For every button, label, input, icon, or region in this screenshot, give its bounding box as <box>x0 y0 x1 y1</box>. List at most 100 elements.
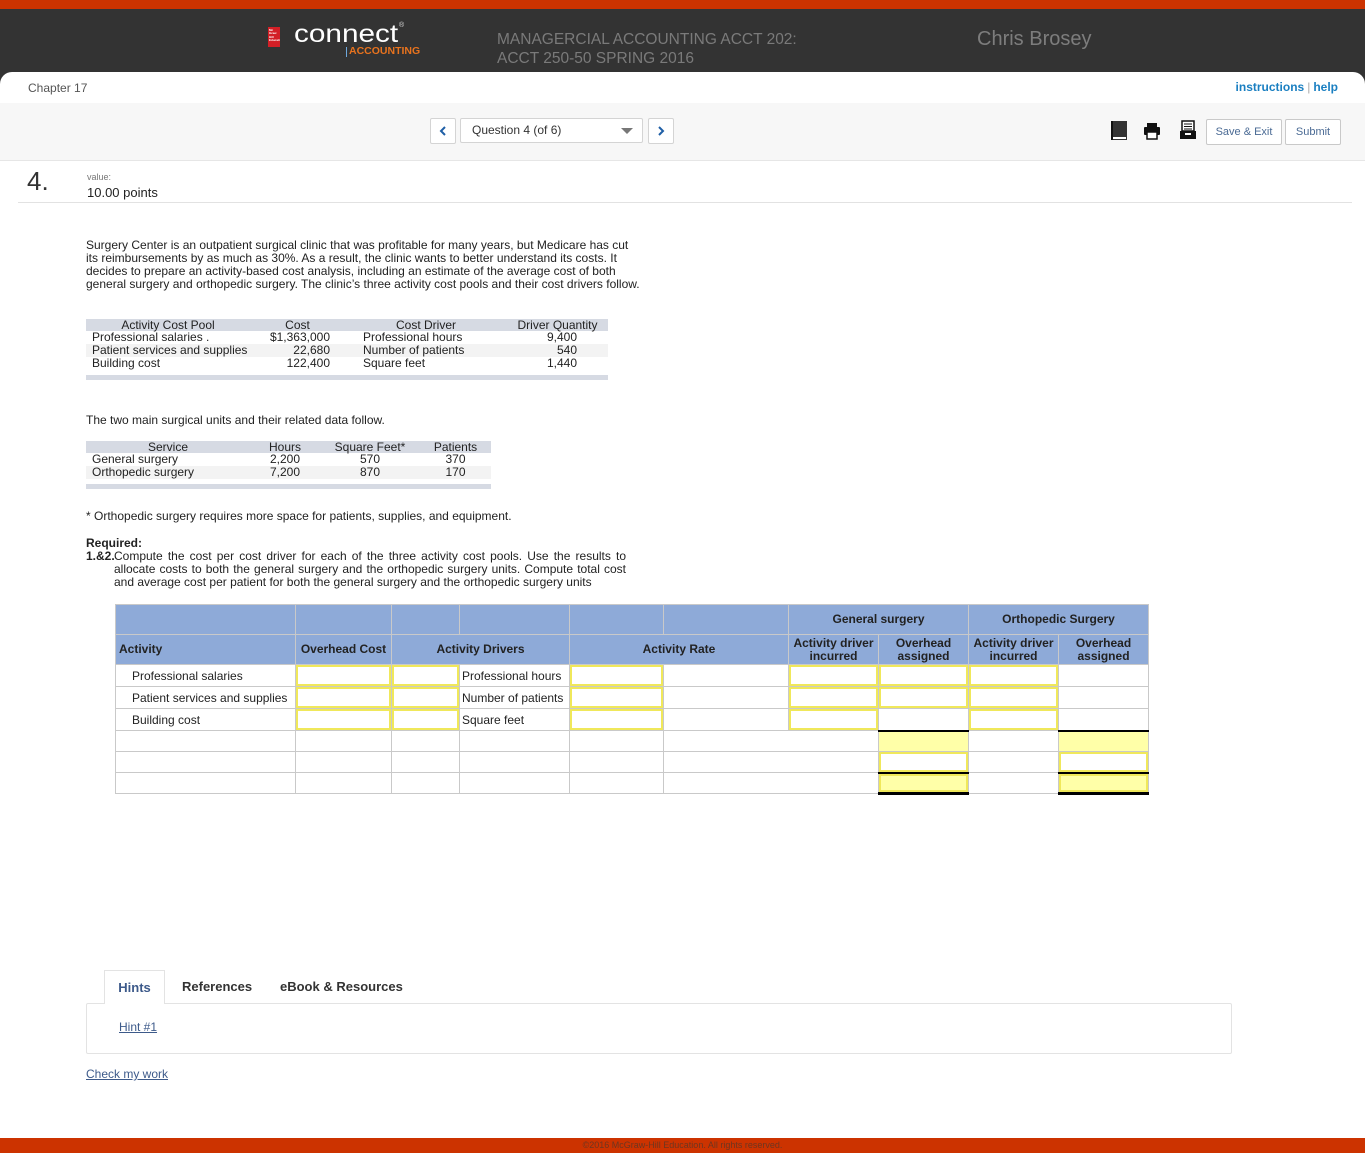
driver-quantity-input[interactable] <box>392 665 459 686</box>
blank-header <box>569 604 664 635</box>
blank-cell <box>295 751 392 773</box>
next-question-button[interactable] <box>648 118 674 144</box>
printer-icon <box>1144 123 1160 140</box>
ebook-button[interactable] <box>1110 120 1128 142</box>
instructions-link[interactable]: instructions <box>1236 80 1305 94</box>
question-selector[interactable]: Question 4 (of 6) <box>460 118 643 143</box>
print-button[interactable] <box>1143 120 1161 142</box>
cell <box>1058 729 1150 752</box>
cell <box>877 686 970 709</box>
course-title: MANAGERCIAL ACCOUNTING ACCT 202: ACCT 25… <box>497 30 797 68</box>
gs-total-overhead-input[interactable] <box>879 731 969 751</box>
gs-activity-driver-input[interactable] <box>789 687 878 708</box>
table-row: Orthopedic surgery 7,200 870 170 <box>86 466 491 479</box>
os-activity-driver-input[interactable] <box>969 665 1059 686</box>
blank-cell <box>569 751 664 773</box>
publisher-mark-text: Mc Graw Hill Education <box>269 28 280 43</box>
blank-cell <box>968 730 1060 752</box>
caret-down-icon <box>621 128 633 134</box>
blank-cell <box>1058 708 1150 731</box>
os-total-overhead-input[interactable] <box>1059 731 1149 751</box>
archive-icon <box>1180 120 1196 139</box>
footnote: * Orthopedic surgery requires more space… <box>86 509 512 523</box>
tab-hints[interactable]: Hints <box>104 970 165 1004</box>
question-selector-value: Question 4 (of 6) <box>472 123 562 137</box>
activity-rate-input[interactable] <box>570 687 663 708</box>
driver-name: Number of patients <box>459 686 570 709</box>
gs-average-cost-input[interactable] <box>879 773 969 792</box>
service-sqft: 870 <box>320 466 420 479</box>
driver-name: Professional hours <box>459 664 570 687</box>
copyright-text: ©2016 McGraw-Hill Education. All rights … <box>582 1140 783 1150</box>
check-my-work-link[interactable]: Check my work <box>86 1067 168 1081</box>
blank-cell <box>663 751 879 773</box>
user-name[interactable]: Chris Brosey <box>977 27 1091 51</box>
pool-driver: Square feet <box>363 356 426 370</box>
blank-header <box>663 604 789 635</box>
chevron-right-icon <box>658 126 665 136</box>
archive-button[interactable] <box>1179 120 1197 142</box>
blank-cell <box>459 730 570 752</box>
required-text: Compute the cost per cost driver for eac… <box>114 549 626 589</box>
help-link[interactable]: help <box>1313 80 1338 94</box>
link-separator: | <box>1307 80 1311 94</box>
overhead-cost-input[interactable] <box>296 665 391 686</box>
blank-cell <box>1058 686 1150 709</box>
service-name: Orthopedic surgery <box>86 466 250 479</box>
gs-overhead-assigned-input[interactable] <box>879 687 969 708</box>
cell <box>391 708 460 731</box>
driver-quantity-input[interactable] <box>392 687 459 708</box>
os-summary-input[interactable] <box>1059 752 1149 772</box>
worksheet-row: Building cost Square feet <box>115 708 1150 731</box>
overhead-cost-input[interactable] <box>296 709 391 730</box>
activity-name: Building cost <box>115 708 296 731</box>
hint-link[interactable]: Hint #1 <box>119 1020 157 1034</box>
tab-ebook-resources[interactable]: eBook & Resources <box>280 970 403 1004</box>
activity-rate-input[interactable] <box>570 709 663 730</box>
blank-cell <box>569 772 664 794</box>
gs-overhead-assigned-input[interactable] <box>879 665 969 686</box>
blank-cell <box>115 730 296 752</box>
overhead-cost-input[interactable] <box>296 687 391 708</box>
blank-cell <box>663 772 879 794</box>
pool-quantity: 1,440 <box>546 356 577 370</box>
submit-button[interactable]: Submit <box>1285 119 1341 145</box>
gs-activity-driver-input[interactable] <box>789 665 878 686</box>
gs-activity-driver-header: Activity driver incurred <box>788 634 879 665</box>
required-label: Required: <box>86 536 143 550</box>
blank-header <box>295 604 392 635</box>
os-average-cost-input[interactable] <box>1059 773 1149 792</box>
gs-summary-input[interactable] <box>879 752 969 772</box>
driver-quantity-input[interactable] <box>392 709 459 730</box>
save-exit-button[interactable]: Save & Exit <box>1206 119 1282 145</box>
cell <box>1058 771 1150 795</box>
gs-activity-driver-input[interactable] <box>789 709 878 730</box>
blank-cell <box>459 751 570 773</box>
blank-cell <box>115 751 296 773</box>
logo-divider <box>346 47 347 57</box>
question-points: 10.00 points <box>87 185 158 200</box>
activity-header: Activity <box>115 634 296 665</box>
activity-name: Patient services and supplies <box>115 686 296 709</box>
course-title-line-2: ACCT 250-50 SPRING 2016 <box>497 50 695 67</box>
blank-cell <box>663 686 789 709</box>
worksheet-summary-row <box>115 751 1150 773</box>
previous-question-button[interactable] <box>430 118 456 144</box>
cell <box>788 686 879 709</box>
connect-logo-subtitle: ACCOUNTING <box>349 45 421 57</box>
tab-references[interactable]: References <box>182 970 252 1004</box>
blank-cell <box>877 708 970 731</box>
os-activity-driver-input[interactable] <box>969 709 1059 730</box>
activity-rate-input[interactable] <box>570 665 663 686</box>
cell <box>877 751 970 773</box>
blank-cell <box>391 772 460 794</box>
worksheet-summary-row <box>115 771 1150 795</box>
cost-pools-table: Activity Cost Pool Cost Cost Driver Driv… <box>86 319 608 380</box>
os-activity-driver-input[interactable] <box>969 687 1059 708</box>
cell <box>391 686 460 709</box>
cell <box>788 664 879 687</box>
table-row: Patient services and supplies 22,680 Num… <box>86 344 608 357</box>
activity-drivers-header: Activity Drivers <box>391 634 570 665</box>
os-activity-driver-header: Activity driver incurred <box>968 634 1060 665</box>
blank-cell <box>1058 664 1150 687</box>
